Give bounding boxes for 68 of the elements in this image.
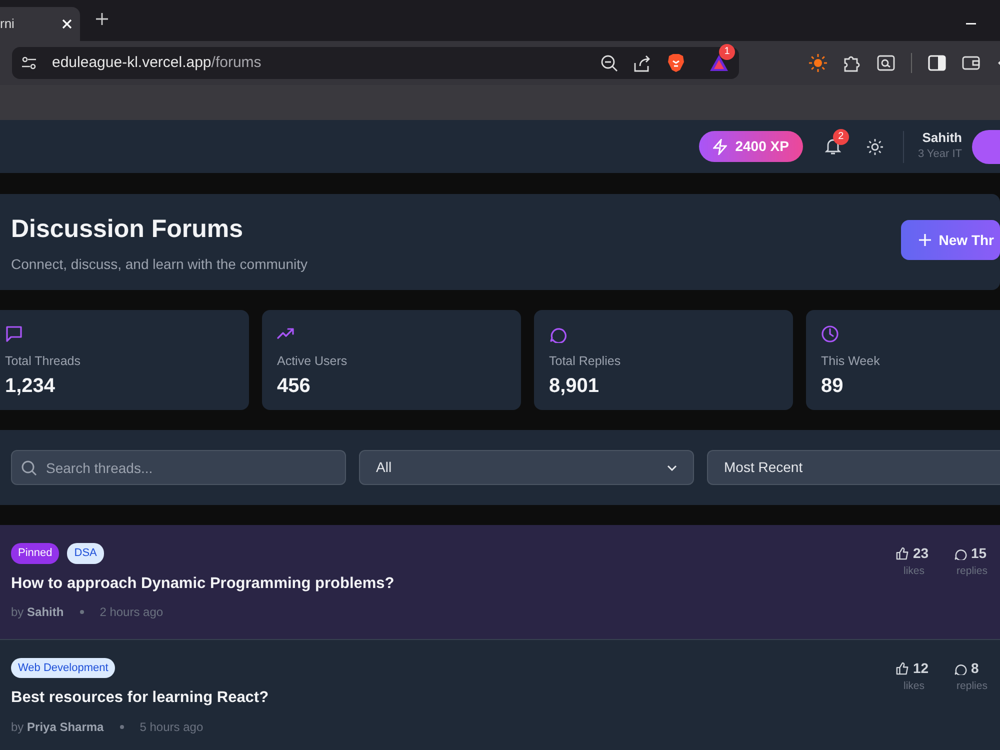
lightning-icon	[713, 138, 728, 154]
notification-badge: 2	[832, 128, 849, 144]
separator-dot	[80, 610, 84, 614]
new-thread-button[interactable]: New Thr	[900, 220, 1000, 260]
search-field[interactable]: Search threads...	[11, 450, 346, 485]
user-role: 3 Year IT	[918, 147, 962, 162]
count-text: 12	[913, 658, 929, 678]
address-bar[interactable]: eduleague-kl.vercel.app/forums 1	[12, 47, 739, 79]
user-name: Sahith	[921, 130, 962, 146]
chevron-icon	[667, 464, 677, 470]
thread-title[interactable]: How to approach Dynamic Programming problems?	[11, 572, 394, 595]
thread-row[interactable]: Web Development Best resources for learning React? by Priya Sharma 5 hours ago 12 likes 8 replies	[0, 640, 1000, 750]
search-icon	[21, 460, 37, 476]
stat-value: 8,901	[549, 374, 600, 399]
stat-value: 89	[821, 374, 844, 399]
tab-title: rni	[0, 15, 14, 34]
minimize-icon[interactable]	[966, 23, 976, 25]
sidebar-icon[interactable]	[928, 55, 946, 71]
plus-icon[interactable]	[96, 13, 108, 25]
thumbs-up-icon	[896, 662, 909, 675]
stat-label: This Week	[821, 353, 881, 370]
count-text: 15	[971, 544, 987, 563]
count-text: 23	[913, 544, 929, 563]
category-tag: DSA	[67, 543, 104, 564]
category-select[interactable]: All	[359, 450, 694, 485]
separator-dot	[120, 724, 124, 728]
speech-bubble-icon	[954, 547, 967, 560]
stat-label: Active Users	[277, 353, 348, 370]
page-subtitle: Connect, discuss, and learn with the community	[11, 255, 308, 274]
count-label: likes	[902, 678, 926, 694]
share-icon[interactable]	[634, 54, 651, 72]
plus-icon	[918, 234, 931, 246]
category-tag: Web Development	[11, 658, 116, 678]
thread-title[interactable]: Best resources for learning React?	[11, 686, 269, 710]
xp-button[interactable]: 2400 XP	[699, 131, 803, 162]
speech-bubble-icon	[954, 662, 967, 675]
sliders-icon[interactable]	[22, 56, 36, 70]
search-box-icon[interactable]	[877, 55, 895, 71]
close-icon[interactable]	[62, 19, 72, 29]
clock-icon	[821, 324, 839, 343]
bell-icon[interactable]	[824, 138, 841, 155]
count-label: replies	[956, 564, 988, 579]
stat-label: Total Threads	[5, 353, 82, 370]
stat-label: Total Replies	[549, 353, 622, 370]
page-title: Discussion Forums	[11, 214, 244, 244]
pinned-tag: Pinned	[11, 543, 60, 564]
count-label: replies	[956, 678, 988, 694]
thumbs-up-icon	[896, 547, 909, 560]
notification-badge: 1	[719, 44, 735, 60]
lion-shield-icon[interactable]	[667, 53, 685, 73]
count-text: 8	[971, 658, 979, 678]
wallet-icon[interactable]	[962, 55, 980, 71]
zoom-out-icon[interactable]	[601, 54, 618, 72]
count-label: likes	[902, 564, 926, 579]
thread-author: by Sahith	[11, 604, 64, 621]
thread-author: by Priya Sharma	[11, 718, 104, 736]
url-text: eduleague-kl.vercel.app/forums	[52, 52, 262, 73]
thread-time: 5 hours ago	[140, 718, 204, 736]
sun-icon[interactable]	[809, 54, 827, 72]
stat-value: 456	[277, 374, 312, 399]
sort-select[interactable]: Most Recent	[707, 450, 1000, 485]
puzzle-icon[interactable]	[843, 54, 861, 72]
browser-tab[interactable]: rni	[0, 7, 80, 41]
stat-value: 1,234	[5, 374, 56, 399]
sun-icon[interactable]	[866, 138, 883, 154]
thread-time: 2 hours ago	[100, 604, 164, 621]
thread-row[interactable]: Pinned DSA How to approach Dynamic Programming problems? by Sahith 2 hours ago 23 likes 15 replies	[0, 525, 1000, 640]
user-avatar[interactable]	[972, 130, 1000, 164]
